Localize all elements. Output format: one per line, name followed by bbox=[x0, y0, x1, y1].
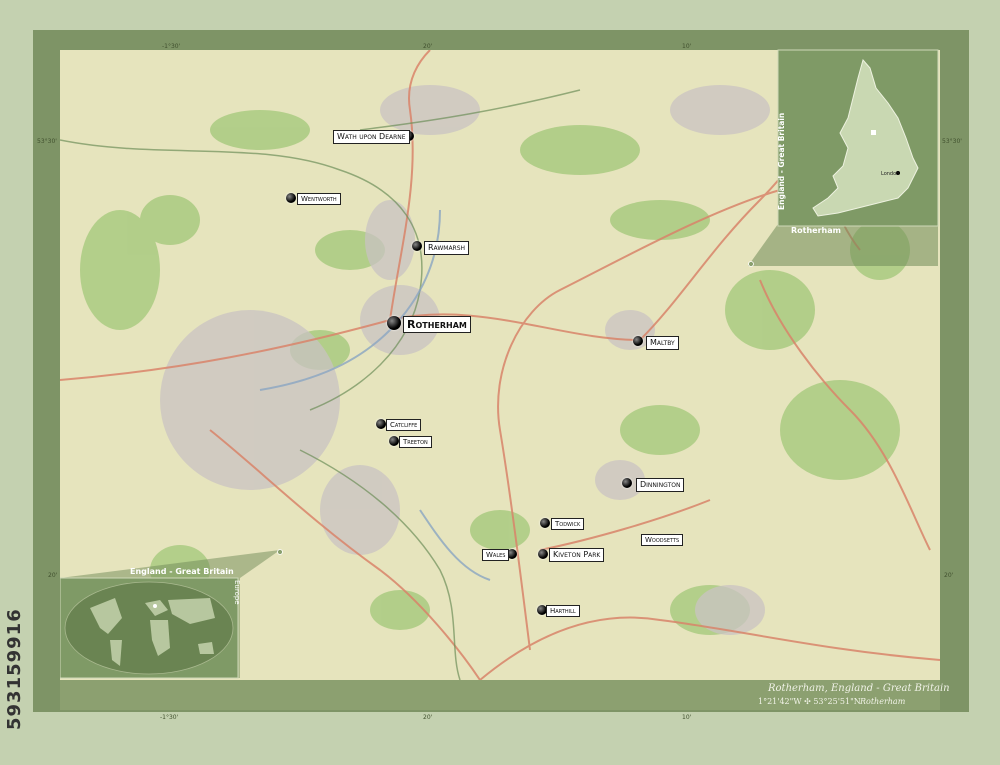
lon-tick-top-left: -1°30' bbox=[162, 43, 181, 50]
place-marker[interactable] bbox=[376, 419, 386, 429]
world-inset-continent: Europe bbox=[233, 580, 241, 605]
world-inset-title: England - Great Britain bbox=[130, 567, 234, 576]
place-label[interactable]: Kiveton Park bbox=[549, 548, 605, 562]
lat-tick-left-top: 53°30' bbox=[37, 138, 57, 145]
place-marker[interactable] bbox=[387, 316, 401, 330]
place-marker[interactable] bbox=[538, 549, 548, 559]
country-inset-title: England - Great Britain bbox=[777, 112, 786, 210]
place-marker[interactable] bbox=[540, 518, 550, 528]
place-label[interactable]: Treeton bbox=[399, 436, 432, 448]
lon-tick-bottom-mid: 20' bbox=[423, 714, 433, 721]
stock-id-watermark: 593159916 bbox=[4, 608, 25, 730]
place-label[interactable]: Rotherham bbox=[403, 316, 471, 333]
place-label[interactable]: Catcliffe bbox=[386, 419, 422, 431]
lon-tick-top-right: 10' bbox=[682, 43, 692, 50]
inset-city-label: London bbox=[881, 171, 899, 177]
place-label[interactable]: Dinnington bbox=[636, 478, 685, 492]
place-marker[interactable] bbox=[633, 336, 643, 346]
place-label[interactable]: Todwick bbox=[551, 518, 585, 530]
lon-tick-top-mid: 20' bbox=[423, 43, 433, 50]
place-label[interactable]: Rawmarsh bbox=[424, 241, 470, 255]
lon-tick-bottom-right: 10' bbox=[682, 714, 692, 721]
caption-coordinates: 1°21'42"W ✣ 53°25'51"N bbox=[758, 697, 861, 706]
place-marker[interactable] bbox=[622, 478, 632, 488]
region-highlight bbox=[871, 130, 876, 135]
lat-tick-left-bottom: 20' bbox=[48, 572, 58, 579]
place-label[interactable]: Harthill bbox=[546, 605, 580, 617]
lat-tick-right-bottom: 20' bbox=[944, 572, 954, 579]
country-inset-region: Rotherham bbox=[791, 226, 841, 235]
place-marker[interactable] bbox=[412, 241, 422, 251]
place-marker[interactable] bbox=[286, 193, 296, 203]
caption-title: Rotherham, England - Great Britain bbox=[768, 683, 950, 694]
lon-tick-bottom-left: -1°30' bbox=[160, 714, 179, 721]
lat-tick-right-top: 53°30' bbox=[942, 138, 962, 145]
place-label[interactable]: Wales bbox=[482, 549, 510, 561]
place-label[interactable]: Wath upon Dearne bbox=[333, 130, 410, 144]
place-label[interactable]: Wentworth bbox=[297, 193, 341, 205]
place-marker[interactable] bbox=[389, 436, 399, 446]
caption-region: Rotherham bbox=[860, 697, 906, 706]
place-label[interactable]: Woodsetts bbox=[641, 534, 684, 546]
place-label[interactable]: Maltby bbox=[646, 336, 679, 350]
